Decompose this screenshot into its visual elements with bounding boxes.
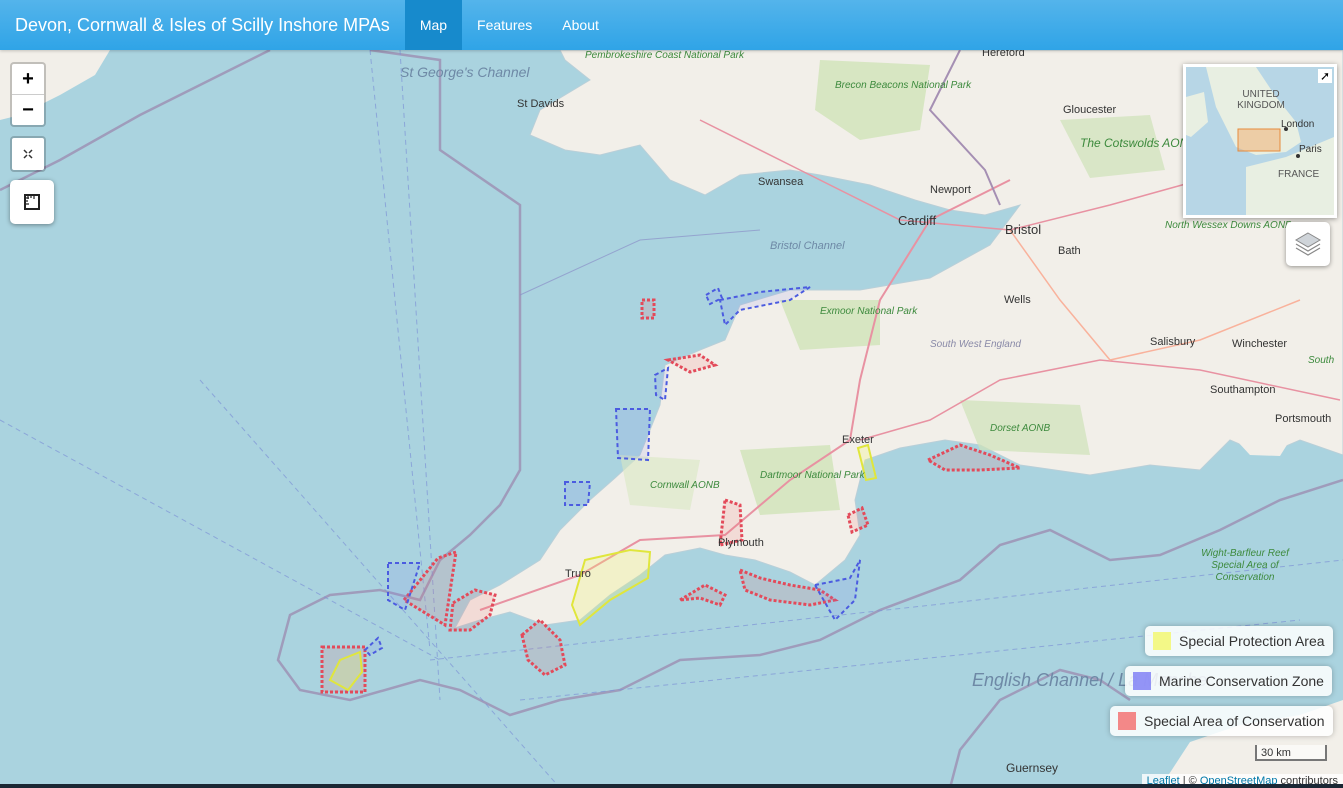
layers-button[interactable] <box>1286 222 1330 266</box>
app-title[interactable]: Devon, Cornwall & Isles of Scilly Inshor… <box>0 0 405 50</box>
nav-about[interactable]: About <box>547 0 614 50</box>
minimap-label-france: FRANCE <box>1278 169 1320 180</box>
legend-label: Marine Conservation Zone <box>1159 673 1324 689</box>
sea-label: Bristol Channel <box>770 240 845 252</box>
zoom-in-button[interactable]: + <box>12 64 44 95</box>
park-label: South West England <box>930 339 1021 350</box>
park-label: Cornwall AONB <box>650 480 720 491</box>
park-label: Dartmoor National Park <box>760 470 865 481</box>
place-label: Exeter <box>842 434 874 446</box>
place-label: Wells <box>1004 294 1031 306</box>
park-label: South <box>1308 355 1335 366</box>
place-label: Newport <box>930 184 971 196</box>
place-label: Gloucester <box>1063 104 1117 116</box>
nav-features[interactable]: Features <box>462 0 547 50</box>
layers-icon <box>1295 232 1321 256</box>
minimap-label-london: London <box>1281 119 1315 130</box>
park-label: The Cotswolds AONB <box>1080 136 1197 150</box>
fullscreen-button[interactable] <box>10 136 46 172</box>
bottom-bar <box>0 784 1343 788</box>
legend-label: Special Area of Conservation <box>1144 713 1325 729</box>
legend-swatch-spa <box>1153 632 1171 650</box>
scale-bar: 30 km <box>1255 745 1327 761</box>
ruler-icon <box>24 194 40 210</box>
legend-label: Special Protection Area <box>1179 633 1325 649</box>
place-label: Truro <box>565 568 591 580</box>
place-label: Bristol <box>1005 222 1042 237</box>
map-canvas[interactable]: Hereford St Davids Gloucester Swansea Ne… <box>0 50 1343 788</box>
legend-swatch-mcz <box>1133 672 1151 690</box>
park-label: Brecon Beacons National Park <box>835 80 972 91</box>
expand-icon <box>23 149 33 159</box>
collapse-arrow-icon: ➚ <box>1319 69 1331 83</box>
place-label: Plymouth <box>718 537 764 549</box>
zoom-out-button[interactable]: − <box>12 95 44 125</box>
minimap-toggle[interactable]: ➚ <box>1318 69 1332 83</box>
zoom-control: + − <box>10 62 46 127</box>
legend-swatch-sac <box>1118 712 1136 730</box>
place-label: Southampton <box>1210 384 1276 396</box>
place-label: Hereford <box>982 50 1025 59</box>
park-label: Exmoor National Park <box>820 306 918 317</box>
park-label: Pembrokeshire Coast National Park <box>585 50 744 61</box>
legend-item-spa: Special Protection Area <box>1145 626 1333 656</box>
place-label: Winchester <box>1232 338 1288 350</box>
place-label: St Davids <box>517 98 565 110</box>
app-root: Devon, Cornwall & Isles of Scilly Inshor… <box>0 0 1343 788</box>
navbar: Devon, Cornwall & Isles of Scilly Inshor… <box>0 0 1343 50</box>
place-label: Salisbury <box>1150 336 1196 348</box>
place-label: Bath <box>1058 245 1081 257</box>
place-label: Portsmouth <box>1275 413 1332 425</box>
park-label: North Wessex Downs AONB <box>1165 220 1292 231</box>
place-label: Guernsey <box>1006 761 1059 775</box>
legend-item-sac: Special Area of Conservation <box>1110 706 1333 736</box>
sea-label: St George's Channel <box>400 64 530 80</box>
place-label: Swansea <box>758 176 804 188</box>
minimap[interactable]: UNITED KINGDOM London Paris FRANCE ➚ <box>1183 64 1337 218</box>
place-label: Cardiff <box>898 213 937 228</box>
park-label: Wight-Barfleur Reef Special Area of Cons… <box>1201 548 1289 583</box>
measure-button[interactable] <box>10 180 54 224</box>
legend-item-mcz: Marine Conservation Zone <box>1125 666 1332 696</box>
minimap-label-uk: UNITED KINGDOM <box>1237 89 1285 111</box>
nav-map[interactable]: Map <box>404 0 463 50</box>
minimap-label-paris: Paris <box>1299 144 1322 155</box>
park-label: Dorset AONB <box>990 423 1051 434</box>
